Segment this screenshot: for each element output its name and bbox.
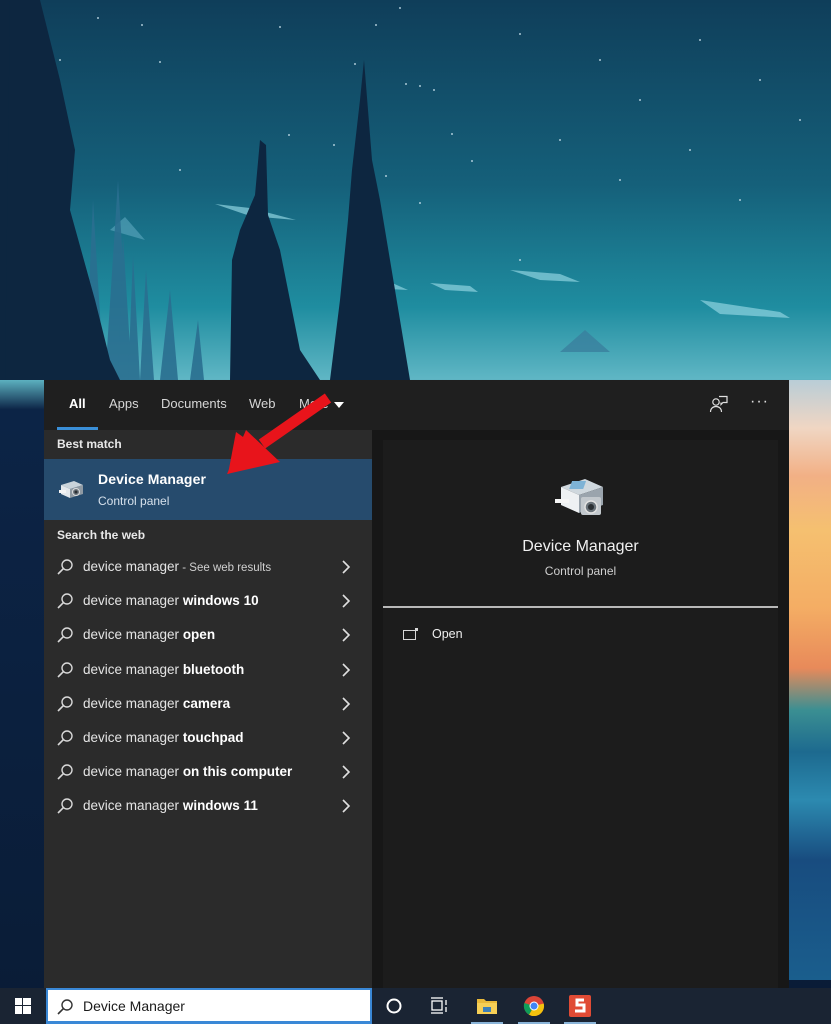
best-match-label: Best match — [57, 437, 122, 451]
web-result-item[interactable]: device manager on this computer — [44, 755, 372, 789]
web-result-bold: open — [182, 627, 216, 643]
search-icon — [56, 558, 74, 576]
chrome-button[interactable] — [514, 988, 554, 1024]
preview-title: Device Manager — [522, 538, 639, 555]
chevron-right-icon[interactable] — [341, 627, 351, 643]
tab-documents[interactable]: Documents — [161, 380, 227, 430]
web-result-prefix: device manager — [83, 764, 183, 780]
chevron-down-icon — [333, 401, 344, 408]
device-manager-icon — [59, 481, 83, 498]
best-match-item[interactable]: Device Manager Control panel — [44, 459, 372, 520]
search-icon — [56, 729, 74, 747]
web-result-bold: camera — [182, 695, 231, 711]
chevron-right-icon[interactable] — [341, 730, 351, 746]
web-result-text: device manager touchpad — [83, 730, 244, 745]
web-result-item[interactable]: device manager camera — [44, 687, 372, 721]
stars — [59, 7, 801, 261]
taskbar: Device Manager — [0, 988, 831, 1024]
search-icon — [57, 999, 73, 1015]
feedback-person-icon[interactable] — [709, 394, 729, 414]
tab-more[interactable]: More — [299, 380, 344, 430]
file-explorer-button[interactable] — [467, 988, 507, 1024]
web-result-text: device manager windows 10 — [83, 593, 259, 608]
start-button[interactable] — [0, 988, 44, 1024]
preview-subtitle: Control panel — [544, 564, 617, 578]
search-icon — [56, 592, 74, 610]
wallpaper-sunset-strip — [788, 380, 831, 980]
tab-web[interactable]: Web — [249, 380, 276, 430]
web-result-text: device manager windows 11 — [83, 798, 258, 813]
web-result-prefix: device manager — [83, 661, 183, 677]
search-filter-header: All Apps Documents Web More ··· — [44, 380, 789, 430]
web-result-hint: - See web results — [179, 562, 272, 574]
preview-card: Device Manager Control panel Open — [383, 440, 778, 988]
tab-all-label: All — [69, 396, 86, 411]
chevron-right-icon[interactable] — [341, 559, 351, 575]
preview-divider — [383, 606, 778, 608]
best-match-subtitle: Control panel — [98, 494, 170, 508]
search-icon — [56, 661, 74, 679]
chevron-right-icon[interactable] — [341, 798, 351, 814]
web-result-bold: windows 10 — [182, 593, 259, 609]
web-result-text: device manager open — [83, 627, 215, 642]
web-result-prefix: device manager — [83, 695, 183, 711]
best-match-title: Device Manager — [98, 471, 207, 487]
web-result-bold: on this computer — [182, 764, 293, 780]
open-window-icon — [403, 628, 418, 640]
more-options-icon[interactable]: ··· — [750, 394, 770, 414]
device-manager-icon — [555, 479, 603, 515]
chevron-right-icon[interactable] — [341, 593, 351, 609]
chevron-right-icon[interactable] — [341, 764, 351, 780]
web-result-item[interactable]: device manager - See web results — [44, 550, 372, 584]
tab-apps[interactable]: Apps — [109, 380, 139, 430]
cortana-icon — [386, 998, 402, 1014]
search-icon — [56, 626, 74, 644]
tab-documents-label: Documents — [161, 396, 227, 411]
web-result-item[interactable]: device manager windows 11 — [44, 789, 372, 823]
search-icon — [56, 763, 74, 781]
foreground-trees — [0, 0, 410, 380]
search-icon — [56, 695, 74, 713]
tab-web-label: Web — [249, 396, 276, 411]
web-result-prefix: device manager — [83, 559, 180, 574]
web-result-text: device manager bluetooth — [83, 662, 244, 677]
windows-logo-icon — [15, 998, 31, 1014]
web-result-prefix: device manager — [83, 730, 183, 745]
task-view-button[interactable] — [419, 988, 459, 1024]
web-result-item[interactable]: device manager open — [44, 618, 372, 652]
snagit-button[interactable] — [560, 988, 600, 1024]
web-result-text: device manager on this computer — [83, 764, 292, 779]
search-the-web-label: Search the web — [57, 528, 146, 542]
file-explorer-icon — [477, 999, 497, 1014]
windows-search-panel: All Apps Documents Web More ··· Best mat… — [44, 380, 789, 988]
search-icon — [56, 797, 74, 815]
tab-apps-label: Apps — [109, 396, 139, 411]
web-result-item[interactable]: device manager windows 10 — [44, 584, 372, 618]
web-result-bold: touchpad — [182, 730, 244, 745]
web-result-text: device manager camera — [83, 696, 230, 711]
web-result-bold: windows 11 — [182, 798, 258, 814]
web-result-prefix: device manager — [83, 627, 183, 643]
tab-all[interactable]: All — [57, 380, 97, 430]
results-list: Best match Device Manager Control panel … — [44, 430, 372, 988]
web-result-bold: bluetooth — [182, 661, 245, 677]
web-result-item[interactable]: device manager touchpad — [44, 721, 372, 755]
web-result-text: device manager - See web results — [83, 559, 271, 574]
chevron-right-icon[interactable] — [341, 662, 351, 678]
preview-pane: Device Manager Control panel Open — [372, 430, 789, 988]
clouds — [215, 204, 790, 318]
open-action-label: Open — [432, 627, 463, 641]
web-result-prefix: device manager — [83, 593, 183, 609]
web-result-item[interactable]: device manager bluetooth — [44, 653, 372, 687]
tab-more-label: More — [299, 396, 329, 411]
chevron-right-icon[interactable] — [341, 696, 351, 712]
chrome-icon — [523, 996, 545, 1017]
cortana-button[interactable] — [374, 988, 414, 1024]
snagit-icon — [569, 995, 591, 1017]
search-input-value: Device Manager — [83, 998, 185, 1014]
taskbar-search-input[interactable]: Device Manager — [46, 988, 372, 1024]
task-view-icon — [431, 997, 447, 1014]
web-result-prefix: device manager — [83, 798, 183, 814]
